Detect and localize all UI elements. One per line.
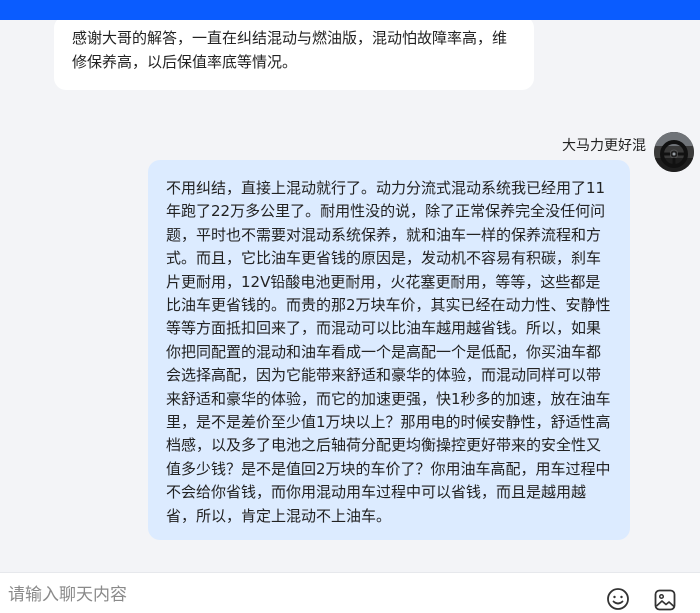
car-steering-wheel-avatar-icon [654, 132, 694, 172]
reply-message-text: 不用纠结，直接上混动就行了。动力分流式混动系统我已经用了11年跑了22万多公里了… [166, 179, 611, 525]
incoming-message-text: 感谢大哥的解答，一直在纠结混动与燃油版，混动怕故障率高，维修保养高，以后保值率底… [72, 29, 508, 71]
reply-sender-avatar[interactable] [654, 132, 694, 172]
top-bar [0, 0, 700, 20]
reply-sender-name: 大马力更好混 [562, 138, 646, 154]
incoming-message-bubble: 感谢大哥的解答，一直在纠结混动与燃油版，混动怕故障率高，维修保养高，以后保值率底… [54, 20, 534, 90]
image-icon[interactable] [654, 589, 676, 611]
chat-input[interactable] [0, 581, 568, 609]
emoji-icon[interactable] [606, 587, 630, 611]
chat-composer [0, 572, 700, 613]
reply-message-bubble: 不用纠结，直接上混动就行了。动力分流式混动系统我已经用了11年跑了22万多公里了… [148, 160, 630, 541]
chat-message-list[interactable]: 感谢大哥的解答，一直在纠结混动与燃油版，混动怕故障率高，维修保养高，以后保值率底… [0, 20, 700, 572]
